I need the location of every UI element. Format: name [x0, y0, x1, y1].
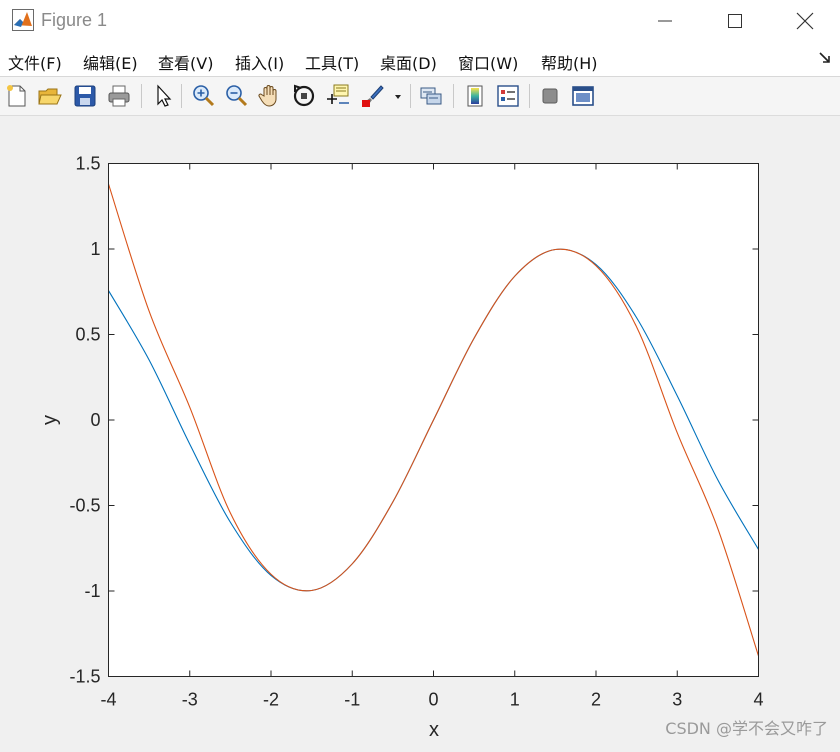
x-tick-label: 0: [428, 690, 438, 710]
legend-icon[interactable]: [495, 83, 521, 109]
toolbar-separator: [529, 84, 530, 108]
brush-dropdown-icon[interactable]: [392, 83, 404, 109]
y-tick-label: 1: [90, 239, 100, 259]
y-tick-label: 0: [90, 410, 100, 430]
y-tick-label: -1.5: [69, 667, 100, 687]
x-tick-label: 1: [510, 690, 520, 710]
colorbar-icon[interactable]: [462, 83, 488, 109]
close-button[interactable]: [770, 0, 840, 42]
y-axis-label: y: [39, 415, 61, 425]
pan-hand-icon[interactable]: [257, 83, 283, 109]
menu-file[interactable]: 文件(F): [8, 50, 62, 74]
x-tick-label: 3: [672, 690, 682, 710]
zoom-out-icon[interactable]: [223, 83, 249, 109]
watermark: CSDN @学不会又咋了: [665, 719, 828, 738]
show-plot-tools-icon[interactable]: [570, 83, 596, 109]
toolbar-separator: [141, 84, 142, 108]
maximize-button[interactable]: [700, 0, 770, 42]
x-tick-label: 4: [753, 690, 763, 710]
x-tick-label: -4: [100, 690, 116, 710]
menu-insert[interactable]: 插入(I): [235, 50, 284, 74]
x-axis-label: x: [429, 719, 439, 741]
data-cursor-icon[interactable]: [325, 83, 351, 109]
menu-help[interactable]: 帮助(H): [541, 50, 598, 74]
x-tick-label: -1: [344, 690, 360, 710]
y-tick-label: 0.5: [75, 325, 100, 345]
zoom-in-icon[interactable]: [190, 83, 216, 109]
menu-desktop[interactable]: 桌面(D): [380, 50, 437, 74]
print-icon[interactable]: [106, 83, 132, 109]
menu-tools[interactable]: 工具(T): [305, 50, 359, 74]
y-tick-label: -1: [84, 581, 100, 601]
menu-bar: 文件(F) 编辑(E) 查看(V) 插入(I) 工具(T) 桌面(D) 窗口(W…: [0, 42, 840, 77]
open-file-icon[interactable]: [37, 83, 63, 109]
dock-arrow-icon[interactable]: [818, 51, 832, 65]
x-tick-label: -3: [182, 690, 198, 710]
menu-view[interactable]: 查看(V): [158, 50, 213, 74]
minimize-icon: [658, 20, 672, 22]
x-tick-label: 2: [591, 690, 601, 710]
window-title: Figure 1: [41, 10, 108, 30]
hide-plot-tools-icon[interactable]: [537, 83, 563, 109]
save-icon[interactable]: [72, 83, 98, 109]
maximize-icon: [728, 14, 742, 28]
y-tick-label: 1.5: [75, 154, 100, 174]
menu-window[interactable]: 窗口(W): [458, 50, 518, 74]
menu-edit[interactable]: 编辑(E): [83, 50, 138, 74]
toolbar-separator: [181, 84, 182, 108]
matlab-logo-icon: [12, 9, 34, 31]
toolbar-separator: [410, 84, 411, 108]
line-chart[interactable]: -4 -3 -2 -1 0 1 2 3 4 -1.5 -1 -0.5 0 0.5 1 1.5 x y: [0, 116, 840, 747]
link-plot-icon[interactable]: [418, 83, 444, 109]
figure-canvas: -4 -3 -2 -1 0 1 2 3 4 -1.5 -1 -0.5 0 0.5 1 1.5 x y CSDN…: [0, 116, 840, 747]
minimize-button[interactable]: [630, 0, 700, 42]
title-bar: Figure 1: [0, 0, 840, 42]
select-pointer-icon[interactable]: [150, 83, 176, 109]
y-tick-label: -0.5: [69, 496, 100, 516]
figure-toolbar: [0, 77, 840, 116]
rotate-3d-icon[interactable]: [291, 83, 317, 109]
toolbar-separator: [453, 84, 454, 108]
close-icon: [796, 12, 814, 30]
new-figure-icon[interactable]: [4, 83, 30, 109]
x-tick-label: -2: [263, 690, 279, 710]
brush-icon[interactable]: [359, 83, 385, 109]
